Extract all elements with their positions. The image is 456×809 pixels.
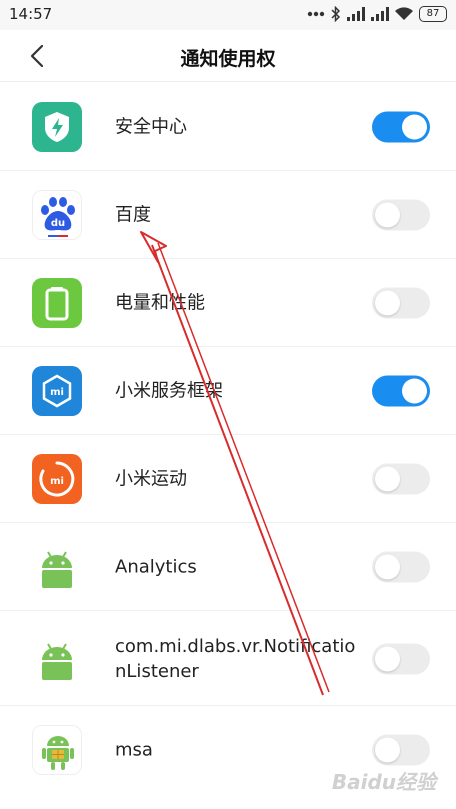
svg-text:mi: mi bbox=[50, 387, 64, 398]
battery-performance-icon bbox=[32, 278, 82, 328]
list-item: mi 小米服务框架 bbox=[0, 347, 456, 435]
watermark: Baidu经验 bbox=[331, 770, 436, 794]
notification-toggle[interactable] bbox=[372, 734, 430, 766]
app-name: Analytics bbox=[115, 556, 197, 578]
signal-icon bbox=[371, 7, 389, 21]
page-title: 通知使用权 bbox=[180, 48, 276, 70]
list-item: 电量和性能 bbox=[0, 259, 456, 347]
header: 通知使用权 bbox=[0, 30, 456, 82]
android-icon bbox=[32, 633, 82, 684]
list-item: com.mi.dlabs.vr.NotificationListener bbox=[0, 611, 456, 706]
app-name: 百度 bbox=[115, 204, 151, 226]
app-name: 小米运动 bbox=[115, 468, 187, 490]
notification-toggle[interactable] bbox=[372, 551, 430, 583]
notification-toggle[interactable] bbox=[372, 111, 430, 143]
notification-toggle[interactable] bbox=[372, 287, 430, 319]
notification-toggle[interactable] bbox=[372, 199, 430, 231]
status-time: 14:57 bbox=[9, 5, 53, 23]
mi-service-framework-icon: mi bbox=[32, 366, 82, 416]
status-bar: 14:57 87 bbox=[0, 0, 456, 30]
security-center-icon bbox=[32, 102, 82, 152]
app-list: 安全中心 du 百度 电量和性能 mi 小米服务框架 mi 小米运动 Analy… bbox=[0, 83, 456, 794]
app-name: msa bbox=[115, 739, 153, 761]
mi-fit-icon: mi bbox=[32, 454, 82, 504]
list-item: du 百度 bbox=[0, 171, 456, 259]
battery-icon: 87 bbox=[419, 6, 447, 22]
bluetooth-icon bbox=[331, 6, 341, 22]
baidu-icon: du bbox=[32, 190, 82, 240]
notification-toggle[interactable] bbox=[372, 375, 430, 407]
list-item: mi 小米运动 bbox=[0, 435, 456, 523]
app-name: com.mi.dlabs.vr.NotificationListener bbox=[115, 635, 356, 682]
svg-text:mi: mi bbox=[50, 476, 64, 487]
svg-text:du: du bbox=[51, 218, 65, 229]
msa-android-icon bbox=[32, 725, 82, 775]
status-icons: 87 bbox=[307, 6, 447, 22]
app-name: 安全中心 bbox=[115, 116, 187, 138]
signal-icon bbox=[347, 7, 365, 21]
android-icon bbox=[32, 542, 82, 592]
list-item: 安全中心 bbox=[0, 83, 456, 171]
notification-toggle[interactable] bbox=[372, 643, 430, 674]
dots-icon bbox=[307, 11, 325, 17]
wifi-icon bbox=[395, 7, 413, 21]
list-item: Analytics bbox=[0, 523, 456, 611]
notification-toggle[interactable] bbox=[372, 463, 430, 495]
divider bbox=[0, 81, 456, 82]
app-name: 电量和性能 bbox=[115, 292, 205, 314]
app-name: 小米服务框架 bbox=[115, 380, 223, 402]
